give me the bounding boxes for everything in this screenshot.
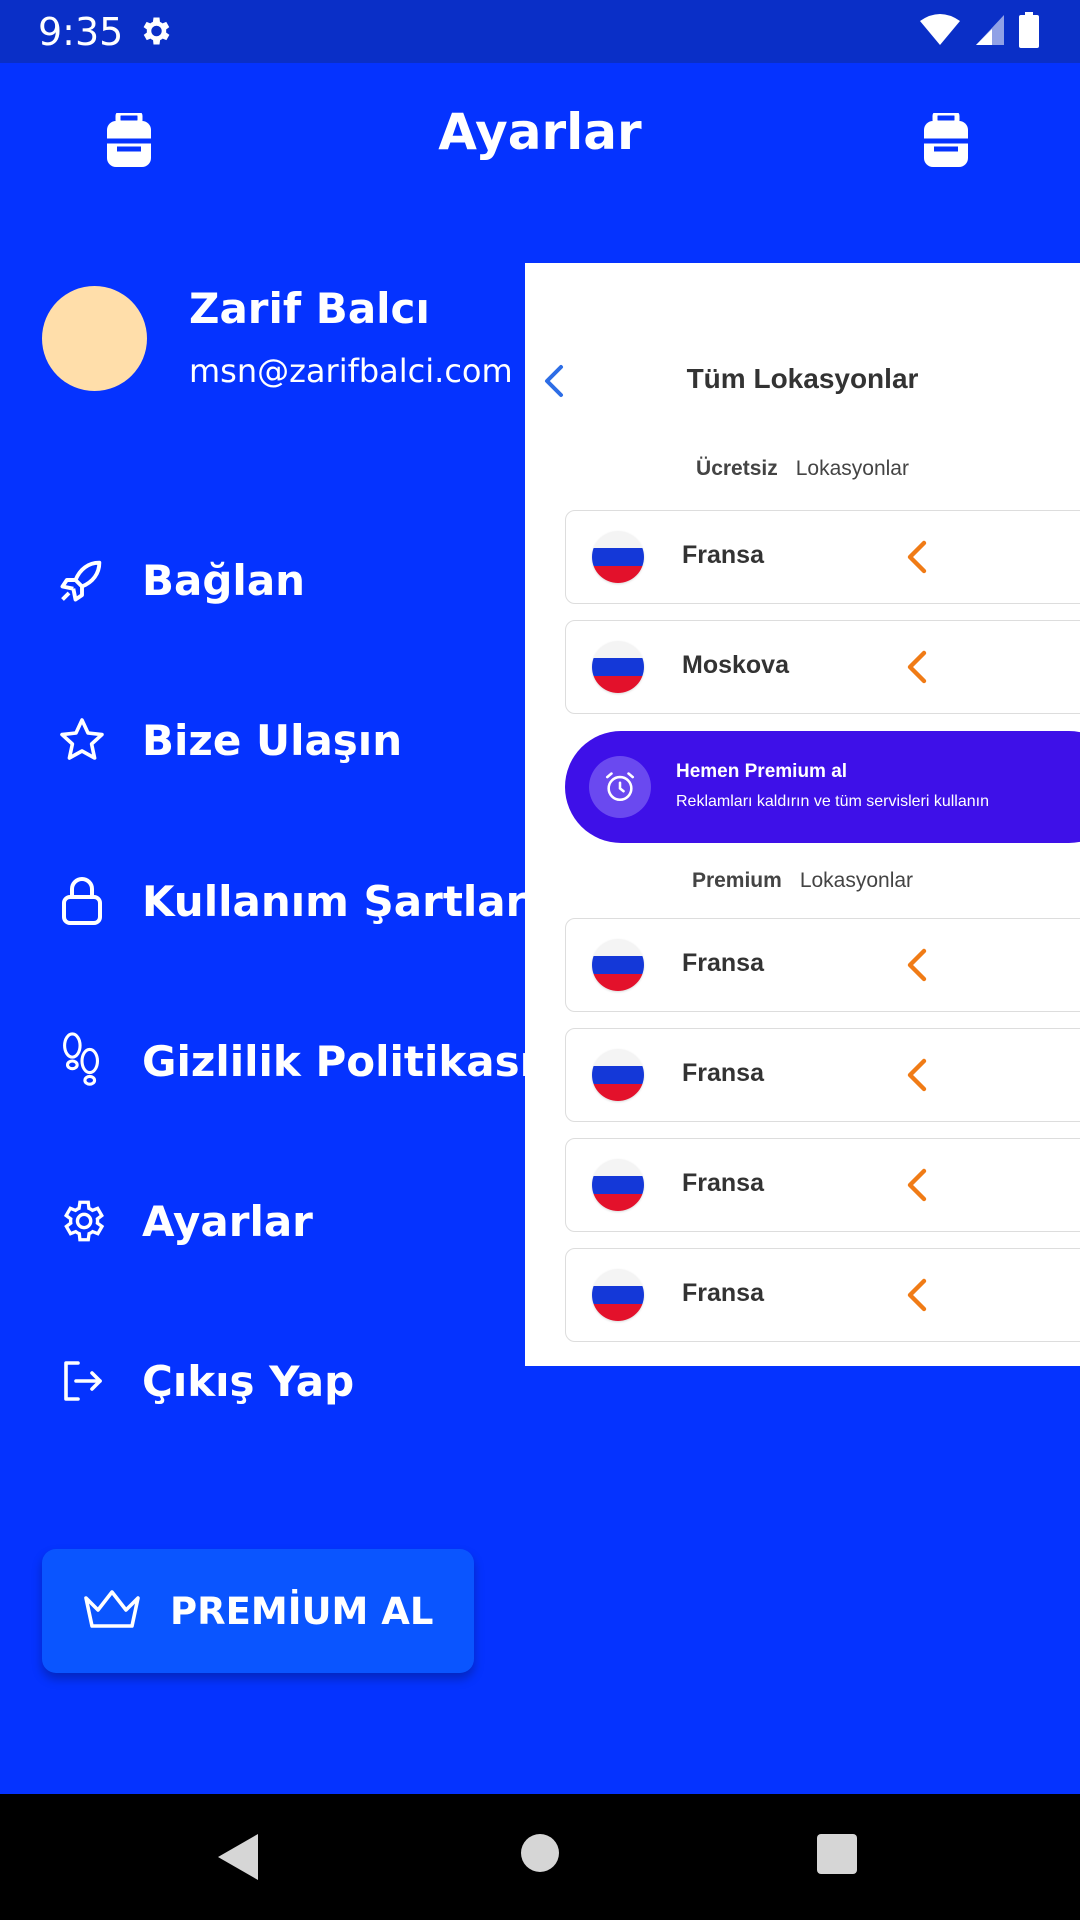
location-name: Fransa <box>682 1279 764 1307</box>
backpack-icon[interactable] <box>922 110 970 174</box>
panel-title: Tüm Lokasyonlar <box>686 363 919 394</box>
user-email: msn@zarifbalci.com <box>189 352 513 390</box>
promo-title: Hemen Premium al <box>676 761 848 782</box>
menu-item-contact[interactable]: Bize Ulaşın <box>52 700 402 780</box>
signal-icon <box>974 13 1006 52</box>
menu-label: Gizlilik Politikası <box>142 1036 535 1086</box>
chevron-left-icon <box>904 1167 928 1208</box>
premium-promo-banner[interactable]: Hemen Premium al Reklamları kaldırın ve … <box>565 731 1080 843</box>
menu-label: Çıkış Yap <box>142 1356 355 1406</box>
free-section-rest: Lokasyonlar <box>795 457 909 480</box>
menu-label: Bize Ulaşın <box>142 715 403 765</box>
footprints-icon <box>52 1032 112 1090</box>
rocket-icon <box>52 554 112 606</box>
avatar[interactable] <box>42 286 147 391</box>
premium-section-header: Premium Lokasyonlar <box>525 869 1080 893</box>
menu-item-logout[interactable]: Çıkış Yap <box>52 1341 354 1421</box>
flag-icon <box>592 1269 644 1321</box>
locations-panel: Tüm Lokasyonlar Ücretsiz Lokasyonlar Fran… <box>525 263 1080 1366</box>
menu-label: Kullanım Şartları <box>142 876 541 926</box>
location-row[interactable]: Fransa <box>565 1138 1080 1232</box>
location-row[interactable]: Fransa <box>565 1248 1080 1342</box>
alarm-clock-icon <box>589 756 651 818</box>
crown-icon <box>82 1588 142 1635</box>
premium-button-label: PREMİUM AL <box>170 1589 434 1633</box>
menu-label: Ayarlar <box>142 1196 313 1246</box>
location-row[interactable]: Fransa <box>565 510 1080 604</box>
menu-item-connect[interactable]: Bağlan <box>52 540 305 620</box>
location-name: Fransa <box>682 1169 764 1197</box>
gear-icon <box>137 13 173 54</box>
menu-item-terms[interactable]: Kullanım Şartları <box>52 861 541 941</box>
chevron-left-icon <box>904 1057 928 1098</box>
location-row[interactable]: Fransa <box>565 1028 1080 1122</box>
flag-icon <box>592 1159 644 1211</box>
premium-section-bold: Premium <box>691 869 782 892</box>
location-row[interactable]: Moskova <box>565 620 1080 714</box>
chevron-left-icon <box>904 947 928 988</box>
menu-item-privacy[interactable]: Gizlilik Politikası <box>52 1021 534 1101</box>
battery-icon <box>1018 12 1040 53</box>
status-time: 9:35 <box>38 10 124 54</box>
menu-label: Bağlan <box>142 555 306 605</box>
premium-section-rest: Lokasyonlar <box>799 869 914 892</box>
nav-recents-icon[interactable] <box>817 1834 857 1874</box>
status-bar: 9:35 <box>0 0 1080 63</box>
chevron-left-icon <box>904 649 928 690</box>
free-section-bold: Ücretsiz <box>696 457 778 480</box>
wifi-icon <box>918 13 962 52</box>
location-name: Fransa <box>682 949 764 977</box>
flag-icon <box>592 531 644 583</box>
free-section-header: Ücretsiz Lokasyonlar <box>525 457 1080 481</box>
location-name: Fransa <box>682 1059 764 1087</box>
page-title: Ayarlar <box>438 103 642 161</box>
chevron-left-icon <box>904 1277 928 1318</box>
chevron-left-icon <box>904 539 928 580</box>
promo-subtitle: Reklamları kaldırın ve tüm servisleri ku… <box>676 793 989 810</box>
lock-icon <box>52 875 112 927</box>
premium-button[interactable]: PREMİUM AL <box>42 1549 474 1673</box>
star-icon <box>52 716 112 764</box>
settings-icon <box>52 1196 112 1246</box>
location-row[interactable]: Fransa <box>565 918 1080 1012</box>
flag-icon <box>592 641 644 693</box>
location-name: Fransa <box>682 541 764 569</box>
menu-item-settings[interactable]: Ayarlar <box>52 1181 313 1261</box>
logout-icon <box>52 1357 112 1405</box>
flag-icon <box>592 1049 644 1101</box>
location-name: Moskova <box>682 651 789 679</box>
nav-back-icon[interactable] <box>218 1834 258 1885</box>
flag-icon <box>592 939 644 991</box>
nav-home-icon[interactable] <box>521 1834 559 1872</box>
user-name: Zarif Balcı <box>189 284 430 333</box>
system-nav-bar <box>0 1794 1080 1920</box>
